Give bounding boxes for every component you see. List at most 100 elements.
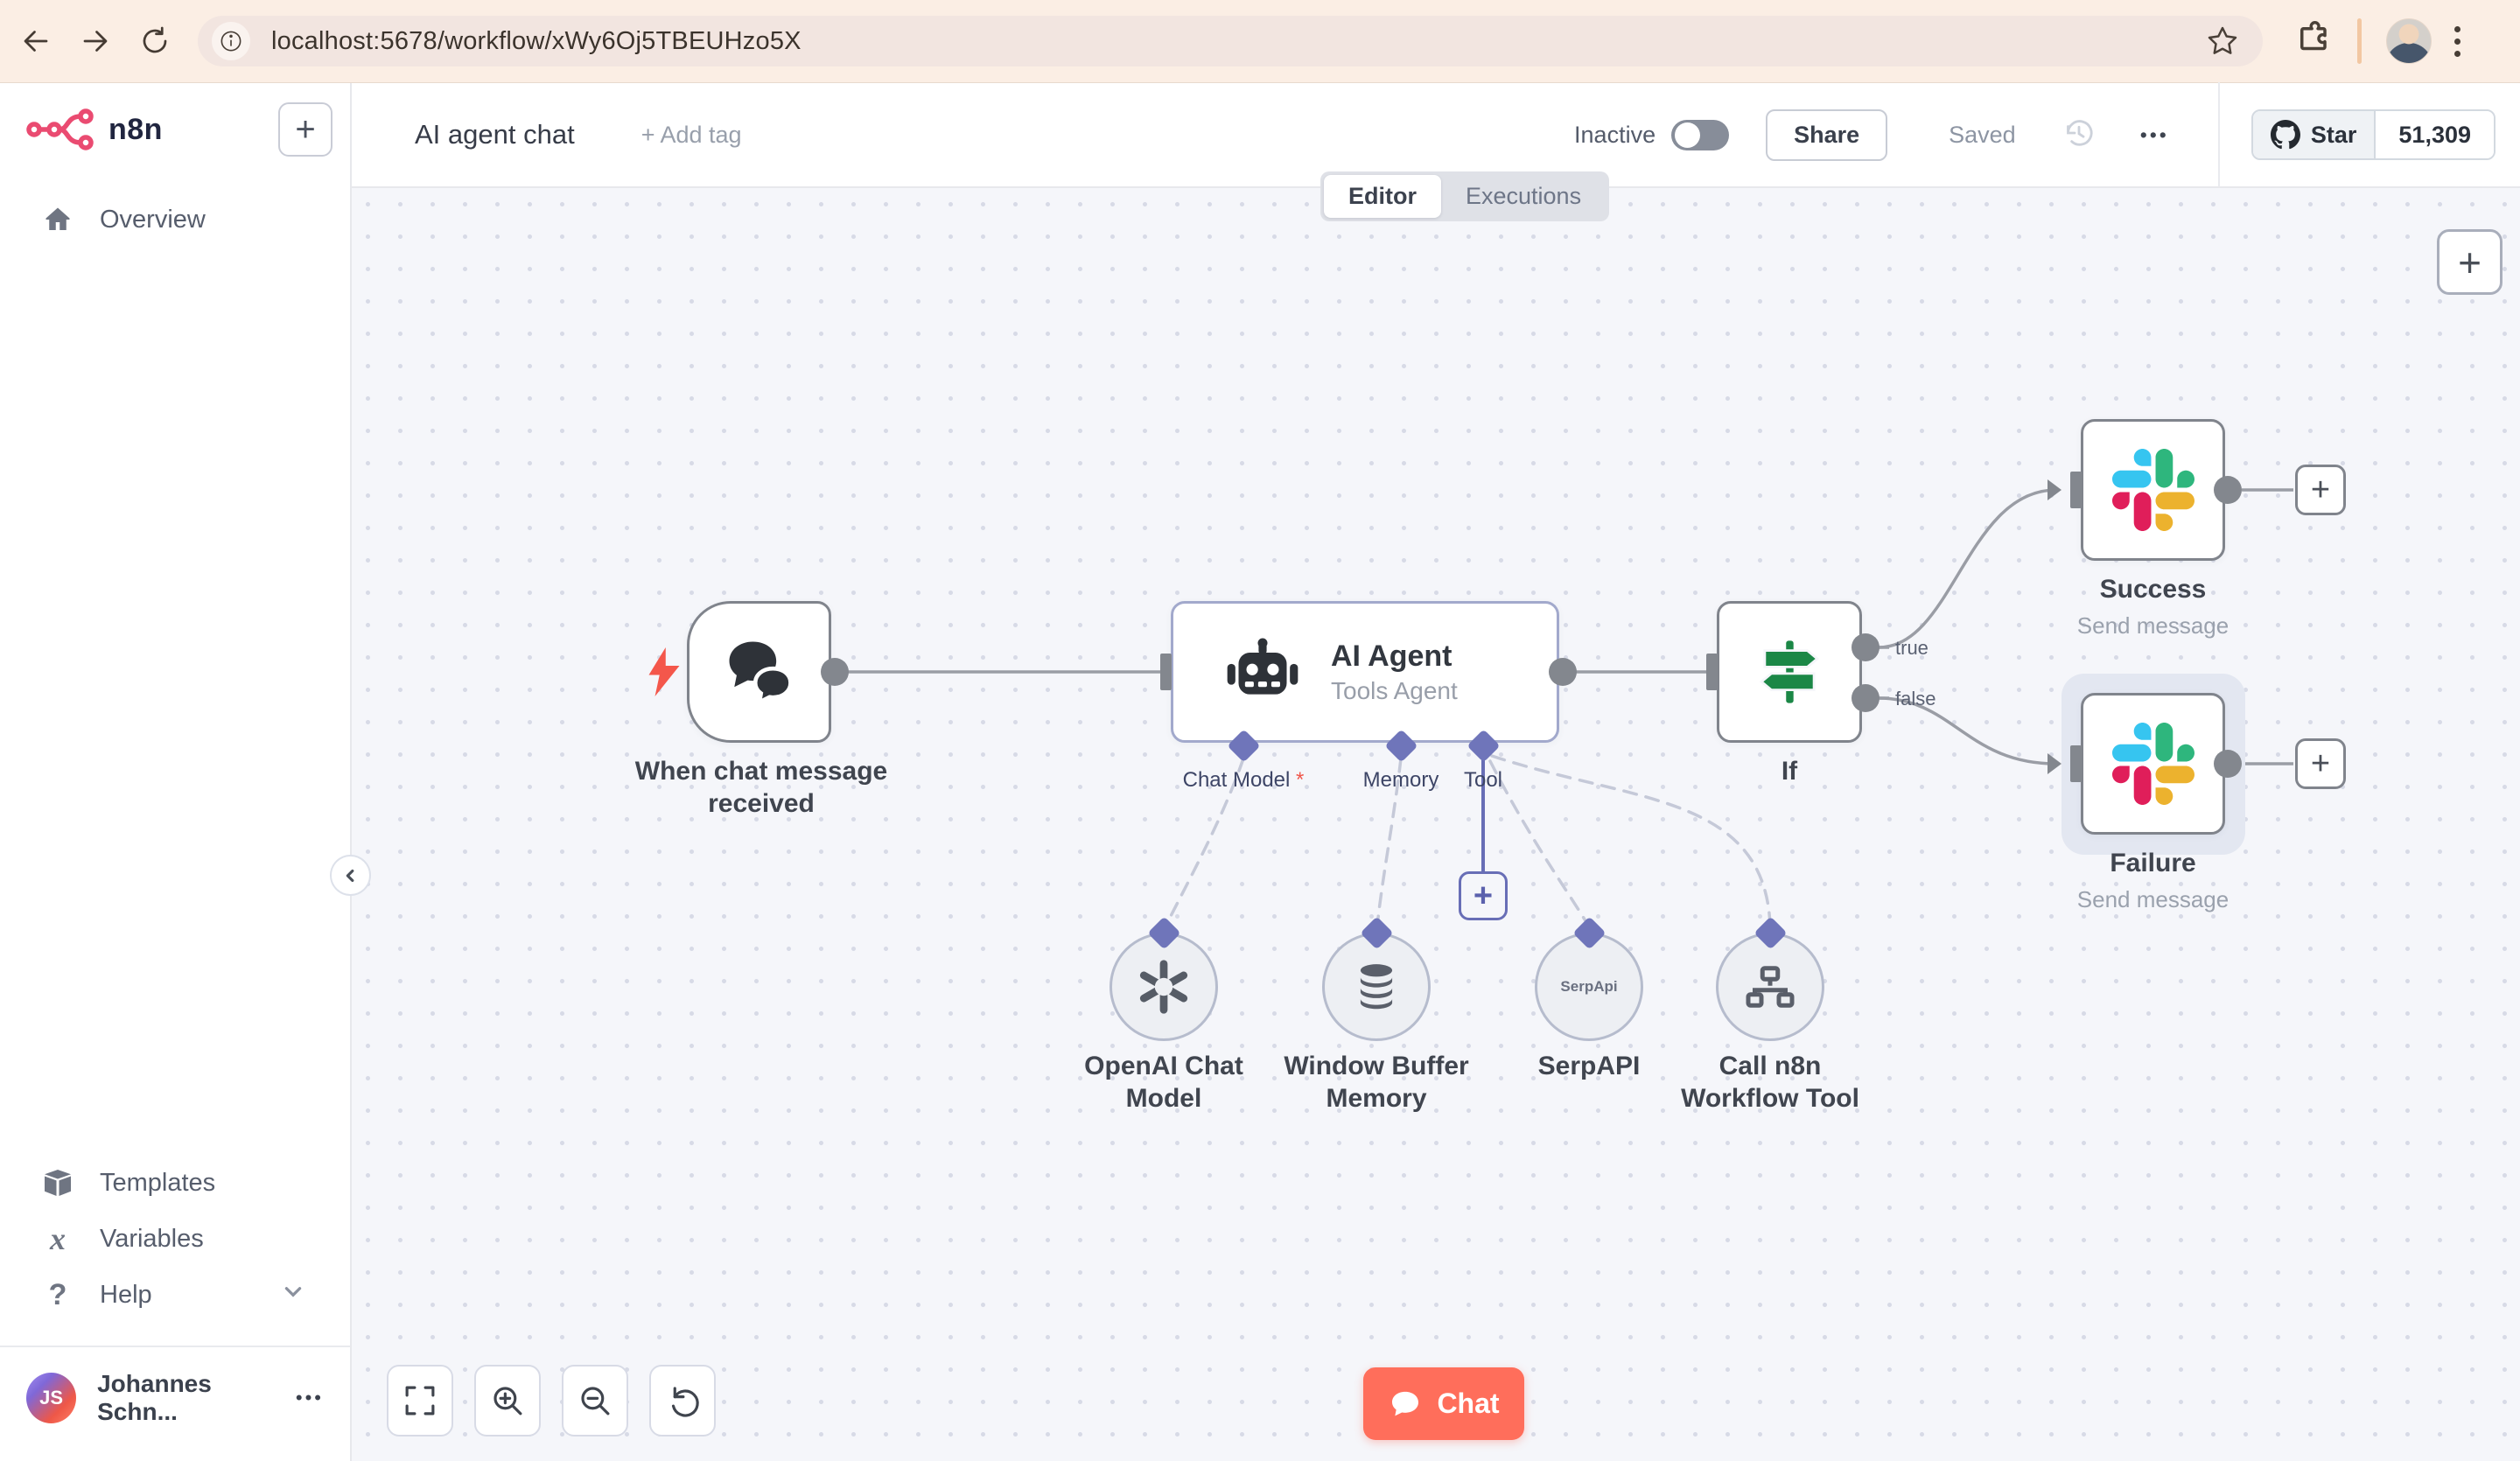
success-input-arrow [2048, 479, 2062, 500]
signpost-icon [1759, 640, 1820, 703]
node-success[interactable] [2081, 419, 2225, 561]
activation-toggle[interactable] [1671, 119, 1730, 150]
sidebar-item-label: Help [100, 1280, 152, 1309]
sidebar-item-variables[interactable]: x Variables [0, 1211, 350, 1267]
subnode-label: OpenAI Chat Model [1084, 1052, 1243, 1113]
history-icon[interactable] [2062, 115, 2096, 155]
serpapi-logo: SerpApi [1560, 978, 1618, 995]
agent-port-label: Tool [1463, 768, 1503, 792]
sidebar-item-label: Templates [100, 1168, 216, 1197]
subnode-serpapi[interactable]: SerpApi [1535, 933, 1643, 1041]
chrome-menu-icon[interactable] [2454, 25, 2460, 57]
github-star-count: 51,309 [2376, 111, 2494, 158]
new-workflow-button[interactable]: + [278, 102, 332, 157]
add-tool-button[interactable]: + [1459, 871, 1508, 920]
github-star-widget[interactable]: Star 51,309 [2250, 109, 2496, 160]
browser-back-button[interactable] [12, 17, 60, 65]
add-tag-button[interactable]: + Add tag [641, 122, 742, 149]
browser-profile-avatar[interactable] [2386, 18, 2432, 64]
node-chat-trigger[interactable] [687, 601, 831, 743]
help-icon: ? [48, 1277, 67, 1311]
agent-output-port[interactable] [1549, 658, 1577, 686]
back-arrow-icon [24, 31, 48, 52]
reset-zoom-button[interactable] [649, 1365, 716, 1437]
add-node-after-failure-button[interactable]: + [2295, 738, 2346, 789]
failure-output-port[interactable] [2214, 750, 2242, 778]
if-output-label-true: true [1895, 637, 1928, 659]
github-section: Star 51,309 [2217, 82, 2520, 187]
subnode-window-buffer-memory[interactable] [1322, 933, 1431, 1041]
node-subtitle: Send message [2076, 886, 2230, 912]
trigger-output-port[interactable] [821, 658, 849, 686]
user-name: Johannes Schn... [97, 1370, 212, 1425]
tab-editor[interactable]: Editor [1324, 175, 1441, 218]
node-label: Success Send message [2050, 573, 2256, 642]
address-bar[interactable]: localhost:5678/workflow/xWy6Oj5TBEUHzo5X [198, 16, 2263, 66]
variables-icon: x [50, 1221, 66, 1256]
chevron-left-icon [346, 869, 354, 882]
success-output-port[interactable] [2214, 476, 2242, 504]
chat-bubbles-icon [729, 641, 793, 706]
chevron-down-icon [282, 1280, 304, 1310]
subnode-label: Window Buffer Memory [1284, 1052, 1469, 1113]
if-output-label-false: false [1895, 688, 1936, 710]
if-true-port[interactable] [1852, 633, 1880, 661]
fit-view-button[interactable] [387, 1365, 453, 1437]
node-subtitle: Send message [2076, 612, 2230, 639]
slack-icon [2111, 723, 2194, 805]
user-menu[interactable]: JS Johannes Schn... ••• [0, 1347, 350, 1452]
activation-status-label: Inactive [1574, 121, 1656, 148]
extensions-puzzle-icon[interactable] [2294, 20, 2331, 62]
github-octocat-icon [2270, 120, 2300, 150]
failure-input-arrow [2048, 753, 2062, 774]
chat-bubble-icon [1392, 1391, 1419, 1416]
tab-executions[interactable]: Executions [1441, 175, 1606, 218]
slack-icon [2111, 449, 2194, 531]
workflow-canvas[interactable]: When chat message received AI Agent Tool… [352, 188, 2520, 1461]
subnode-openai-chat-model[interactable] [1110, 933, 1218, 1041]
subnode-call-n8n-workflow-tool[interactable] [1716, 933, 1824, 1041]
more-options-icon[interactable]: ••• [2140, 123, 2169, 147]
sidebar-item-templates[interactable]: Templates [0, 1155, 350, 1211]
sidebar-item-label: Overview [100, 205, 206, 234]
share-button[interactable]: Share [1766, 108, 1888, 161]
agent-input-port [1160, 654, 1172, 690]
node-failure[interactable] [2081, 693, 2225, 835]
fit-view-icon [405, 1386, 435, 1416]
sidebar: n8n + Overview Templates x Variables ? H… [0, 83, 352, 1461]
required-asterisk: * [1296, 768, 1305, 792]
add-node-button[interactable]: + [2437, 229, 2502, 295]
sidebar-item-overview[interactable]: Overview [0, 192, 350, 248]
chat-button[interactable]: Chat [1363, 1367, 1524, 1440]
bookmark-star-icon[interactable] [2205, 24, 2240, 63]
database-icon [1360, 964, 1393, 1010]
add-node-after-success-button[interactable]: + [2295, 465, 2346, 515]
zoom-out-button[interactable] [562, 1365, 628, 1437]
view-tabs: Editor Executions [1320, 171, 1610, 221]
node-if[interactable] [1717, 601, 1862, 743]
workflow-title[interactable]: AI agent chat [415, 119, 575, 150]
collapse-sidebar-button[interactable] [330, 855, 371, 896]
chrome-divider [2357, 18, 2362, 64]
user-options-icon[interactable]: ••• [296, 1387, 324, 1409]
sidebar-item-help[interactable]: ? Help [0, 1267, 350, 1323]
node-label: When chat message received [634, 757, 888, 818]
if-input-port [1706, 654, 1718, 690]
node-ai-agent[interactable]: AI Agent Tools Agent [1171, 601, 1559, 743]
zoom-in-button[interactable] [474, 1365, 541, 1437]
browser-forward-button[interactable] [72, 17, 119, 65]
if-false-port[interactable] [1852, 684, 1880, 712]
node-title: AI Agent [1331, 639, 1452, 673]
toggle-knob [1675, 122, 1701, 148]
openai-icon [1139, 960, 1188, 1014]
github-star-label: Star [2310, 121, 2357, 148]
failure-input-port [2070, 745, 2082, 782]
n8n-logo-text: n8n [108, 112, 163, 146]
trigger-bolt-icon [648, 647, 680, 696]
sitemap-icon [1746, 966, 1795, 1008]
site-info-icon[interactable] [212, 22, 250, 60]
node-subtitle: Tools Agent [1331, 676, 1458, 704]
zoom-in-icon [494, 1387, 522, 1416]
browser-reload-button[interactable] [131, 17, 178, 65]
subnode-label: Call n8n Workflow Tool [1681, 1052, 1859, 1113]
